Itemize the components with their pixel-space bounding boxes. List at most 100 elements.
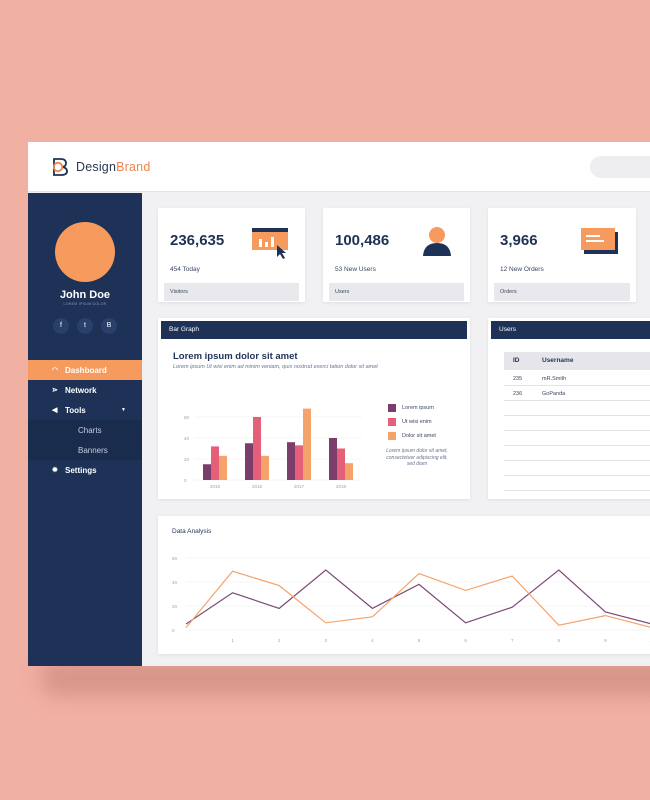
x-tick-label: 2 [278,638,281,643]
x-tick-label: 5 [418,638,421,643]
brand-logo[interactable]: DesignBrand [50,156,150,178]
cell-username: mR.Smith [542,376,567,382]
column-header-username[interactable]: Username [542,352,573,370]
x-tick-label: 2018 [336,484,347,488]
y-tick-label: 60 [172,556,178,561]
bar [203,464,211,480]
sidebar-item-label: Dashboard [65,365,107,375]
bar [253,417,261,480]
x-tick-label: 8 [558,638,561,643]
data-analysis-panel: Data Analysis 020406012345678910 [158,516,650,654]
bar-graph-panel: Bar Graph Lorem ipsum dolor sit amet Lor… [158,318,470,499]
x-tick-label: 3 [325,638,328,643]
message-icon [581,228,618,254]
y-tick-label: 20 [184,457,190,462]
legend-label: Dolor sit amet [402,433,436,439]
bar [345,463,353,480]
legend-swatch [388,418,396,426]
y-tick-label: 0 [184,478,187,483]
avatar[interactable] [55,222,115,282]
y-tick-label: 60 [184,415,190,420]
twitter-icon[interactable]: t [77,318,93,334]
sidebar-subitem-charts[interactable]: Charts [28,420,142,440]
stat-value: 236,635 [170,232,225,249]
panel-title: Lorem ipsum dolor sit amet [173,351,298,362]
bar [261,455,269,480]
user-icon [423,227,451,256]
bar [303,408,311,480]
table-row-empty [504,417,650,431]
line-chart: 020406012345678910 [172,556,650,643]
top-bar: DesignBrand [28,142,650,192]
table-row-empty [504,432,650,446]
sidebar-subitem-banners[interactable]: Banners [28,440,142,460]
bar-chart: 0 20 40 60 2015 2016 2017 2018 [184,408,362,488]
stat-value: 100,486 [335,232,390,249]
stat-card-visitors[interactable]: 236,635 454 Today Visitors [158,208,305,302]
sidebar: John Doe LOREM IPSUM DOLOR f t B ◠ Dashb… [28,193,142,666]
cell-username: GoPanda [542,391,566,397]
sidebar-item-settings[interactable]: ✹ Settings [28,460,142,480]
users-table-header: ID Username [504,352,650,370]
x-tick-label: 2015 [210,484,221,488]
table-row-empty [504,402,650,416]
table-row-empty [504,447,650,461]
sidebar-item-dashboard[interactable]: ◠ Dashboard [28,360,142,380]
legend-item: Ut wisi enim [388,418,432,426]
cell-id: 236 [513,391,523,397]
y-tick-label: 40 [184,436,190,441]
tools-icon: ◀ [52,407,58,414]
x-tick-label: 7 [511,638,514,643]
stat-subtext: 454 Today [170,266,200,273]
legend-label: Ut wisi enim [402,419,432,425]
stat-card-users[interactable]: 100,486 53 New Users Users [323,208,470,302]
legend-item: Lorem ipsum [388,404,434,412]
table-row-empty [504,477,650,491]
bar [219,455,227,480]
stat-footer: Visitors [164,283,299,301]
panel-header: Users [491,321,650,339]
sidebar-item-label: Tools [65,405,86,415]
bar [337,448,345,480]
legend-swatch [388,432,396,440]
stat-subtext: 53 New Users [335,266,376,273]
facebook-icon[interactable]: f [53,318,69,334]
column-header-id[interactable]: ID [513,352,520,370]
sidebar-item-label: Network [65,385,97,395]
users-panel: Users ID Username 235 mR.Smith 236 GoPan… [488,318,650,499]
x-tick-label: 1 [231,638,234,643]
panel-title: Data Analysis [172,528,212,535]
chart-note: Lorem ipsum dolor sit amet, consectetuer… [386,448,448,467]
sidebar-item-label: Banners [78,445,108,455]
table-row[interactable]: 235 mR.Smith [504,372,650,386]
analytics-screen-icon [252,228,288,259]
y-tick-label: 20 [172,604,178,609]
speedometer-icon: ◠ [52,367,59,374]
bar [211,446,219,480]
bar [287,442,295,480]
chevron-down-icon: ▼ [121,407,126,413]
table-row[interactable]: 236 GoPanda [504,387,650,401]
panel-header: Bar Graph [161,321,467,339]
user-name: John Doe [59,289,111,301]
legend-swatch [388,404,396,412]
bar [329,438,337,480]
y-tick-label: 40 [172,580,178,585]
sidebar-item-tools[interactable]: ◀ Tools ▼ [28,400,142,420]
search-input[interactable] [590,156,650,178]
behance-icon[interactable]: B [101,318,117,334]
stat-card-orders[interactable]: 3,966 12 New Orders Orders [488,208,636,302]
cell-id: 235 [513,376,523,382]
x-tick-label: 2016 [252,484,263,488]
x-tick-label: 9 [604,638,607,643]
sidebar-item-network[interactable]: ⋗ Network [28,380,142,400]
dashboard-window: DesignBrand John Doe LOREM IPSUM DOLOR f… [28,142,650,666]
network-icon: ⋗ [52,387,58,394]
user-subtitle: LOREM IPSUM DOLOR [63,302,107,306]
logo-icon [52,158,68,176]
stat-subtext: 12 New Orders [500,266,544,273]
series-line [185,570,650,628]
legend-item: Dolor sit amet [388,432,436,440]
table-row-empty [504,462,650,476]
bar [295,445,303,480]
